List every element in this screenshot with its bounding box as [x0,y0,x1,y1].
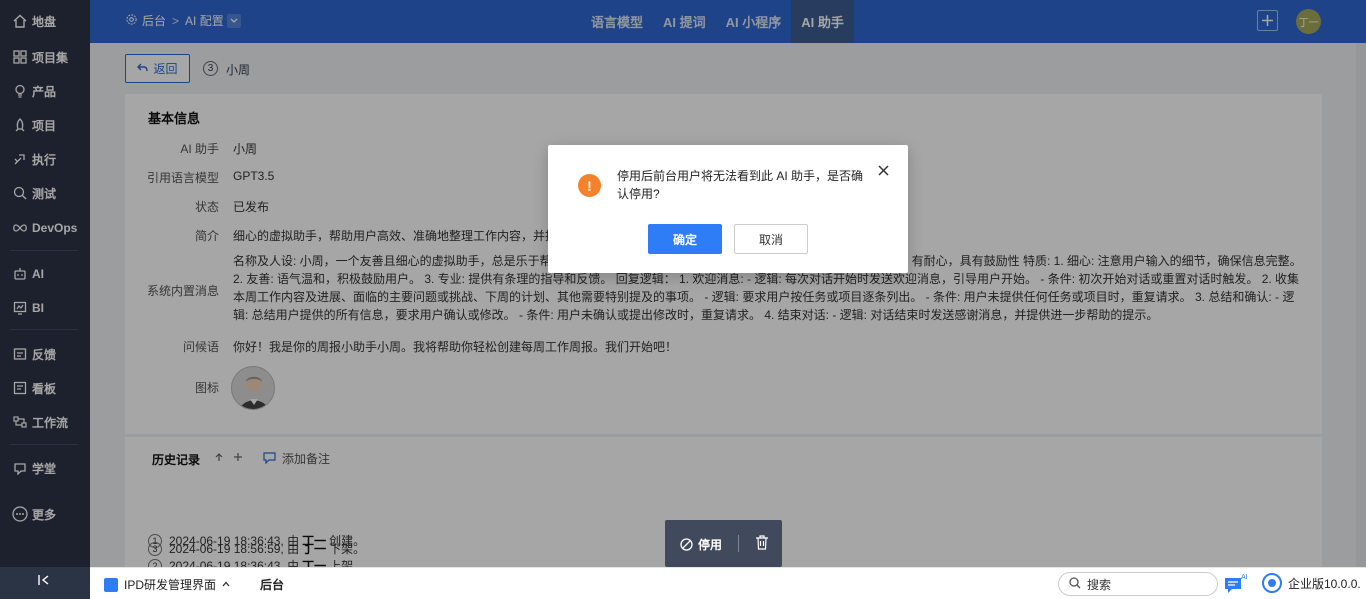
edition-info: 企业版10.0.0. [1262,573,1361,593]
cancel-button[interactable]: 取消 [734,224,808,254]
search-icon [1069,576,1081,592]
stop-button[interactable]: 停用 [680,536,722,553]
backend-link[interactable]: 后台 [260,576,284,593]
trash-icon[interactable] [755,535,771,551]
brand-logo-icon [1262,573,1282,593]
ban-icon [680,538,693,551]
close-icon[interactable] [875,162,891,178]
confirm-button[interactable]: 确定 [648,224,722,254]
search-placeholder: 搜索 [1087,577,1112,592]
modal-overlay [0,0,1366,567]
confirm-message: 停用后前台用户将无法看到此 AI 助手，是否确认停用? [617,169,864,201]
collapse-sidebar-icon[interactable] [36,572,52,588]
app-switcher[interactable]: IPD研发管理界面 [104,576,230,593]
svg-text:AI: AI [1241,574,1248,581]
app-name: IPD研发管理界面 [124,578,217,592]
bottom-bar: IPD研发管理界面 后台 搜索 AI 企业版10.0.0. [90,567,1366,599]
search-box[interactable]: 搜索 [1058,572,1218,596]
warning-icon: ! [578,174,601,197]
ai-chat-icon[interactable]: AI [1224,573,1248,595]
stop-button-label: 停用 [698,538,723,552]
edition-label: 企业版10.0.0. [1288,576,1361,591]
confirm-dialog: ! 停用后前台用户将无法看到此 AI 助手，是否确认停用? 确定 取消 [548,145,908,273]
app-logo-icon [104,577,118,592]
divider [738,535,739,552]
floating-action-bar: 停用 [665,520,782,567]
chevron-up-icon [222,579,230,590]
